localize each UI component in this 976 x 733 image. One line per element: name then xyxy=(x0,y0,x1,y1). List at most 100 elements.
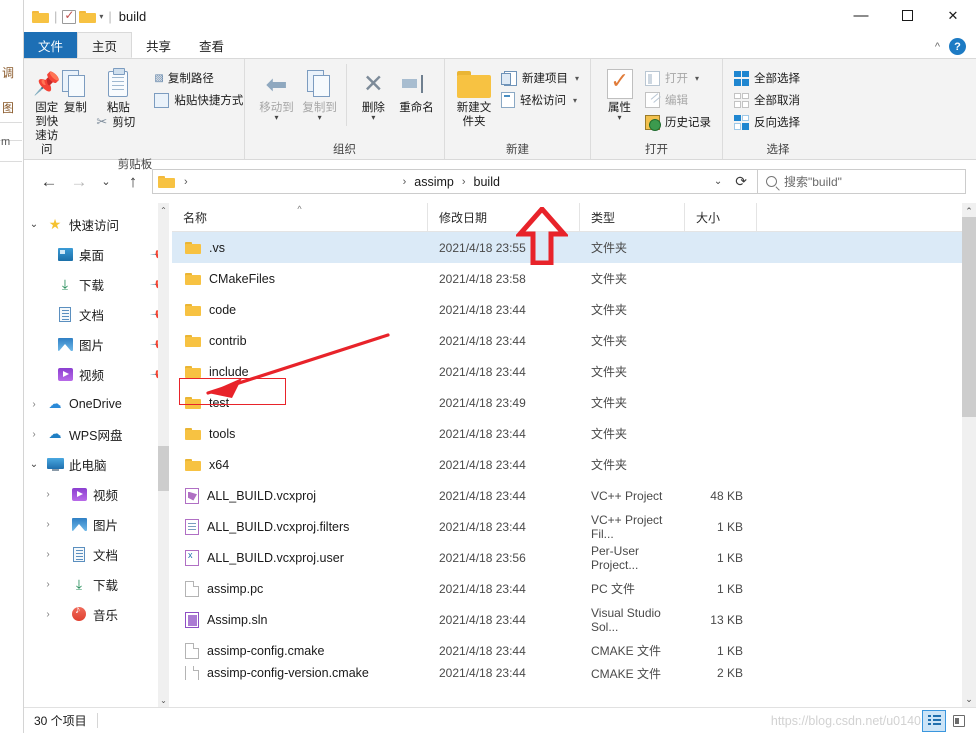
help-icon[interactable]: ? xyxy=(949,38,966,55)
tiles-view-button[interactable] xyxy=(948,711,970,731)
folder-icon xyxy=(185,334,201,347)
table-row[interactable]: ALL_BUILD.vcxproj 2021/4/18 23:44 VC++ P… xyxy=(172,480,976,511)
sidebar-item-desktop[interactable]: 桌面 📌 xyxy=(24,239,172,269)
close-button[interactable]: ✕ xyxy=(930,0,976,31)
table-row[interactable]: code 2021/4/18 23:44 文件夹 xyxy=(172,294,976,325)
file-name: test xyxy=(209,395,230,410)
table-row[interactable]: Assimp.sln 2021/4/18 23:44 Visual Studio… xyxy=(172,604,976,635)
search-box[interactable]: 搜索"build" xyxy=(758,169,966,194)
table-row[interactable]: assimp.pc 2021/4/18 23:44 PC 文件 1 KB xyxy=(172,573,976,604)
file-name-cell: ALL_BUILD.vcxproj.filters xyxy=(172,518,428,535)
column-header-type[interactable]: 类型 xyxy=(580,203,685,232)
file-list-scroll-thumb[interactable] xyxy=(962,217,976,417)
customize-caret-icon[interactable]: ▾ xyxy=(99,12,103,21)
properties-button[interactable]: 属性 ▾ xyxy=(599,64,640,122)
select-all-button[interactable]: 全部选择 xyxy=(731,67,805,89)
sidebar-item-videos[interactable]: 视频 📌 xyxy=(24,359,172,389)
rename-button[interactable]: 重命名 xyxy=(395,64,438,115)
file-name-cell: ALL_BUILD.vcxproj.user xyxy=(172,549,428,566)
column-header-filler[interactable] xyxy=(757,203,976,232)
column-headers: ^ 名称 修改日期 类型 大小 xyxy=(172,203,976,232)
chevron-right-icon[interactable]: › xyxy=(38,549,58,560)
breadcrumb-build[interactable]: build xyxy=(472,173,502,191)
sidebar-item-pc-downloads[interactable]: › ⤓ 下载 xyxy=(24,569,172,599)
history-button[interactable]: 历史记录 xyxy=(642,111,716,133)
vcxproj-user-icon xyxy=(185,549,199,566)
sidebar-item-pc-videos[interactable]: › 视频 xyxy=(24,479,172,509)
sidebar-item-this-pc[interactable]: ⌄ 此电脑 xyxy=(24,449,172,479)
column-header-name[interactable]: ^ 名称 xyxy=(172,203,428,232)
navpane-scroll-down-button[interactable]: ⌄ xyxy=(158,693,169,707)
file-date: 2021/4/18 23:44 xyxy=(439,302,526,317)
table-row[interactable]: assimp-config-version.cmake 2021/4/18 23… xyxy=(172,666,976,680)
edit-button[interactable]: 编辑 xyxy=(642,89,716,111)
refresh-icon[interactable]: ⟳ xyxy=(731,173,755,190)
table-row[interactable]: include 2021/4/18 23:44 文件夹 xyxy=(172,356,976,387)
maximize-button[interactable] xyxy=(884,0,930,31)
copy-button[interactable]: 复制 xyxy=(61,64,89,115)
file-list-scroll-down-button[interactable]: ⌄ xyxy=(962,691,976,707)
column-header-date[interactable]: 修改日期 xyxy=(428,203,580,232)
breadcrumb-assimp[interactable]: assimp xyxy=(412,173,456,191)
paste-button[interactable]: 粘贴 xyxy=(89,64,147,115)
details-view-button[interactable] xyxy=(922,709,946,732)
chevron-down-icon[interactable]: ⌄ xyxy=(24,219,44,230)
table-row[interactable]: contrib 2021/4/18 23:44 文件夹 xyxy=(172,325,976,356)
table-row[interactable]: tools 2021/4/18 23:44 文件夹 xyxy=(172,418,976,449)
chevron-right-icon[interactable]: › xyxy=(24,399,44,410)
tab-home[interactable]: 主页 xyxy=(77,32,133,58)
collapse-ribbon-icon[interactable]: ^ xyxy=(935,41,940,53)
chevron-right-icon[interactable]: › xyxy=(24,429,44,440)
table-row[interactable]: assimp-config.cmake 2021/4/18 23:44 CMAK… xyxy=(172,635,976,666)
sidebar-item-downloads[interactable]: ⤓ 下载 📌 xyxy=(24,269,172,299)
paste-shortcut-button[interactable]: 粘贴快捷方式 xyxy=(151,89,248,111)
sidebar-item-pc-documents[interactable]: › 文档 xyxy=(24,539,172,569)
sidebar-item-pc-pictures[interactable]: › 图片 xyxy=(24,509,172,539)
new-item-button[interactable]: 新建项目 ▾ xyxy=(498,67,584,89)
table-row[interactable]: ALL_BUILD.vcxproj.user 2021/4/18 23:56 P… xyxy=(172,542,976,573)
table-row[interactable]: test 2021/4/18 23:49 文件夹 xyxy=(172,387,976,418)
chevron-down-icon[interactable]: ⌄ xyxy=(24,459,44,470)
tab-file[interactable]: 文件 xyxy=(24,32,78,58)
sidebar-item-wps-cloud[interactable]: › ☁ WPS网盘 xyxy=(24,419,172,449)
table-row[interactable]: ALL_BUILD.vcxproj.filters 2021/4/18 23:4… xyxy=(172,511,976,542)
address-bar[interactable]: › › assimp › build ⌄ ⟳ xyxy=(152,169,758,194)
chevron-right-icon[interactable]: › xyxy=(38,489,58,500)
folder-icon[interactable] xyxy=(32,10,49,23)
new-folder-button[interactable]: 新建文件夹 xyxy=(454,64,494,129)
tab-view[interactable]: 查看 xyxy=(185,32,238,58)
sidebar-item-onedrive[interactable]: › ☁ OneDrive xyxy=(24,389,172,419)
sidebar-item-documents[interactable]: 文档 📌 xyxy=(24,299,172,329)
file-date: 2021/4/18 23:44 xyxy=(439,519,526,534)
tab-share[interactable]: 共享 xyxy=(132,32,185,58)
column-header-size[interactable]: 大小 xyxy=(685,203,757,232)
open-button[interactable]: 打开 ▾ xyxy=(642,67,716,89)
table-row[interactable]: CMakeFiles 2021/4/18 23:58 文件夹 xyxy=(172,263,976,294)
chevron-right-icon[interactable]: › xyxy=(38,519,58,530)
invert-selection-button[interactable]: 反向选择 xyxy=(731,111,805,133)
sidebar-item-pc-music[interactable]: › 音乐 xyxy=(24,599,172,629)
table-row[interactable]: x64 2021/4/18 23:44 文件夹 xyxy=(172,449,976,480)
easy-access-button[interactable]: 轻松访问 ▾ xyxy=(498,89,584,111)
delete-button[interactable]: ✕ 删除 ▾ xyxy=(352,64,395,122)
select-none-button[interactable]: 全部取消 xyxy=(731,89,805,111)
move-to-button[interactable]: ⬅ 移动到 ▾ xyxy=(255,64,298,122)
chevron-right-icon[interactable]: › xyxy=(38,609,58,620)
new-folder-icon[interactable] xyxy=(79,10,97,23)
breadcrumb-dropdown-icon[interactable]: ⌄ xyxy=(705,176,731,187)
minimize-button[interactable]: — xyxy=(838,0,884,31)
sidebar-item-quick-access[interactable]: ⌄ ★ 快速访问 xyxy=(24,209,172,239)
pin-to-quick-access-button[interactable]: 📌 固定到快速访问 xyxy=(32,64,61,157)
chevron-right-icon[interactable]: › xyxy=(38,579,58,590)
navigation-pane-scroll-thumb[interactable] xyxy=(158,446,169,491)
new-item-icon xyxy=(500,70,517,86)
column-header-label: 大小 xyxy=(696,210,721,225)
search-input[interactable]: 搜索"build" xyxy=(784,173,842,190)
cut-button[interactable]: ✂ 剪切 xyxy=(93,111,248,133)
navpane-scroll-up-button[interactable]: ⌃ xyxy=(158,203,169,217)
copy-to-button[interactable]: 复制到 ▾ xyxy=(298,64,341,122)
sidebar-item-pictures[interactable]: 图片 📌 xyxy=(24,329,172,359)
table-row[interactable]: .vs 2021/4/18 23:55 文件夹 xyxy=(172,232,976,263)
properties-check-icon[interactable] xyxy=(62,8,77,24)
copy-path-button[interactable]: ▧ 复制路径 xyxy=(151,67,248,89)
